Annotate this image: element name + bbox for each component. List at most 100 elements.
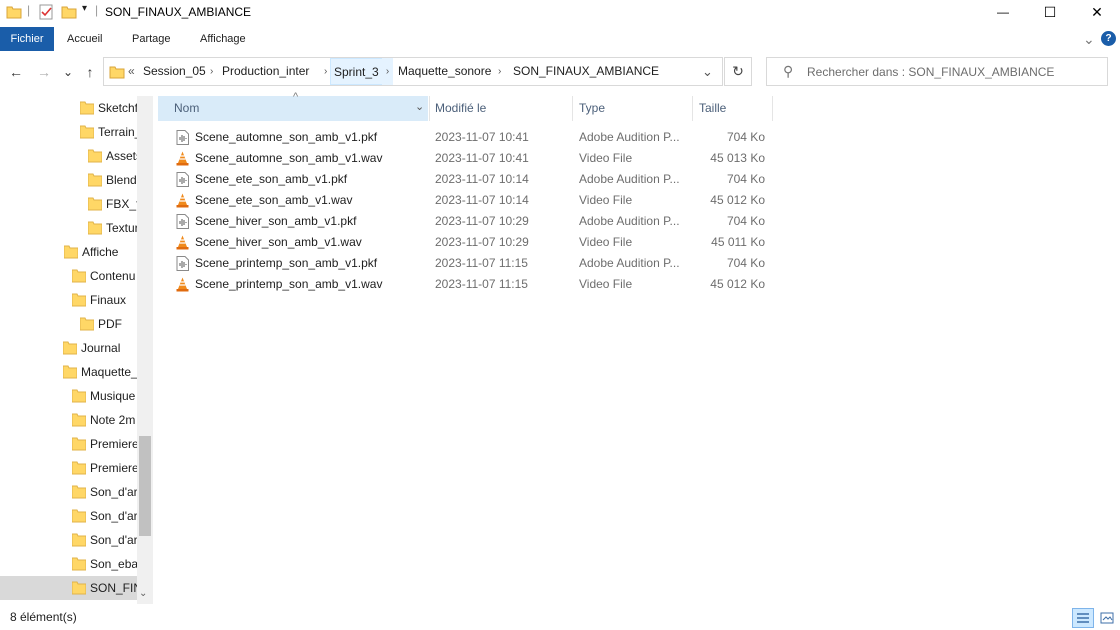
tree-item[interactable]: Son_d'ar — [0, 480, 137, 504]
crumb-current[interactable]: SON_FINAUX_AMBIANCE — [513, 58, 659, 85]
refresh-button[interactable]: ↻ — [724, 57, 752, 86]
tree-item[interactable]: Son_ebau — [0, 552, 137, 576]
tree-item[interactable]: Premiere — [0, 456, 137, 480]
properties-icon[interactable] — [38, 4, 54, 20]
column-filter-icon[interactable]: ⌄ — [415, 100, 424, 113]
file-name: Scene_hiver_son_amb_v1.wav — [195, 235, 362, 249]
file-type: Adobe Audition P... — [579, 172, 680, 186]
tree-item-label: Finaux — [90, 293, 127, 307]
maximize-button[interactable]: ☐ — [1027, 0, 1073, 24]
crumb-separator-icon[interactable]: › — [498, 58, 501, 85]
column-divider[interactable] — [429, 96, 430, 121]
address-bar[interactable]: « Session_05 › Production_inter › Sprint… — [103, 57, 723, 86]
tab-partage[interactable]: Partage — [132, 27, 171, 51]
help-icon[interactable]: ? — [1101, 31, 1116, 46]
forward-button[interactable]: → — [33, 61, 55, 83]
navigation-pane-scrollbar[interactable]: ⌄ — [137, 96, 153, 604]
column-divider[interactable] — [572, 96, 573, 121]
customize-quick-access-icon[interactable]: ▾ — [82, 3, 87, 14]
tree-item[interactable]: Musique — [0, 384, 137, 408]
tree-item[interactable]: Contenu — [0, 264, 137, 288]
tab-fichier[interactable]: Fichier — [0, 27, 54, 51]
crumb-separator-icon[interactable]: › — [324, 58, 327, 85]
large-icons-view-button[interactable] — [1096, 608, 1118, 628]
up-button[interactable]: ↑ — [79, 61, 101, 83]
column-header-date[interactable]: Modifié le — [435, 96, 486, 121]
pkf-file-icon — [176, 214, 189, 229]
tree-item[interactable]: Note 2m — [0, 408, 137, 432]
tree-item[interactable]: Sketchf — [0, 96, 137, 120]
column-header-name[interactable]: Nom ^ ⌄ — [158, 91, 428, 121]
folder-icon — [63, 365, 77, 379]
tree-item-label: Musique — [90, 389, 136, 403]
tree-item[interactable]: Assets — [0, 144, 137, 168]
vlc-cone-icon — [176, 151, 189, 166]
column-name-label: Nom — [174, 101, 200, 115]
file-type: Video File — [579, 151, 633, 165]
recent-locations-button[interactable]: ⌄ — [58, 61, 78, 83]
column-header-size[interactable]: Taille — [699, 96, 726, 121]
tree-item[interactable]: Affiche — [0, 240, 137, 264]
close-button[interactable]: ✕ — [1074, 0, 1120, 24]
address-dropdown-icon[interactable]: ⌄ — [702, 58, 713, 85]
column-divider[interactable] — [692, 96, 693, 121]
scroll-down-icon[interactable]: ⌄ — [139, 588, 147, 599]
file-row[interactable]: Scene_automne_son_amb_v1.wav 2023-11-07 … — [170, 148, 770, 169]
scrollbar-thumb[interactable] — [139, 436, 151, 536]
tab-affichage[interactable]: Affichage — [200, 27, 246, 51]
tree-item[interactable]: Premiere — [0, 432, 137, 456]
tree-item[interactable]: FBX_f — [0, 192, 137, 216]
crumb-sprint[interactable]: Sprint_3 — [330, 58, 383, 85]
navigation-pane[interactable]: Sketchf Terrain_ Assets Blend FBX_f Text… — [0, 96, 153, 604]
file-name: Scene_ete_son_amb_v1.wav — [195, 193, 353, 207]
file-row[interactable]: Scene_printemp_son_amb_v1.pkf 2023-11-07… — [170, 253, 770, 274]
tab-accueil[interactable]: Accueil — [67, 27, 102, 51]
vlc-cone-icon — [176, 235, 189, 250]
folder-icon — [88, 149, 102, 163]
tree-item[interactable]: Finaux — [0, 288, 137, 312]
tree-item[interactable]: Son_d'ar — [0, 528, 137, 552]
file-row[interactable]: Scene_ete_son_amb_v1.pkf 2023-11-07 10:1… — [170, 169, 770, 190]
tree-item[interactable]: Maquette_ — [0, 360, 137, 384]
tree-item-label: Terrain_ — [98, 125, 137, 139]
window-title: SON_FINAUX_AMBIANCE — [105, 5, 252, 19]
tree-item[interactable]: Terrain_ — [0, 120, 137, 144]
tree-item-label: Note 2m — [90, 413, 136, 427]
tree-item-selected[interactable]: SON_FIN — [0, 576, 137, 600]
file-date: 2023-11-07 10:41 — [435, 151, 529, 165]
expand-ribbon-icon[interactable]: ⌄ — [1083, 27, 1095, 51]
folder-icon — [80, 101, 94, 115]
overflow-crumb-icon[interactable]: « — [128, 58, 135, 85]
column-divider[interactable] — [772, 96, 773, 121]
file-size: 704 Ko — [726, 256, 765, 270]
file-row[interactable]: Scene_automne_son_amb_v1.pkf 2023-11-07 … — [170, 127, 770, 148]
minimize-button[interactable]: — — [980, 0, 1026, 24]
crumb-separator-icon[interactable]: › — [210, 58, 213, 85]
file-row[interactable]: Scene_ete_son_amb_v1.wav 2023-11-07 10:1… — [170, 190, 770, 211]
details-view-button[interactable] — [1072, 608, 1094, 628]
tree-item[interactable]: PDF — [0, 312, 137, 336]
search-box[interactable]: ⚲ Rechercher dans : SON_FINAUX_AMBIANCE — [766, 57, 1108, 86]
tree-item[interactable]: Son_d'ar — [0, 504, 137, 528]
crumb-separator-icon[interactable]: › — [382, 58, 393, 85]
vlc-cone-icon — [176, 277, 189, 292]
status-bar: 8 élément(s) — [0, 604, 1120, 630]
crumb-session[interactable]: Session_05 — [143, 58, 206, 85]
tree-item[interactable]: Journal — [0, 336, 137, 360]
crumb-production[interactable]: Production_inter — [222, 58, 309, 85]
folder-icon — [63, 341, 77, 355]
tree-item[interactable]: Textur — [0, 216, 137, 240]
column-header-type[interactable]: Type — [579, 96, 605, 121]
file-row[interactable]: Scene_hiver_son_amb_v1.wav 2023-11-07 10… — [170, 232, 770, 253]
pkf-file-icon — [176, 172, 189, 187]
tree-item-label: Son_ebau — [90, 557, 137, 571]
tree-item[interactable]: Blend — [0, 168, 137, 192]
file-row[interactable]: Scene_hiver_son_amb_v1.pkf 2023-11-07 10… — [170, 211, 770, 232]
back-button[interactable]: ← — [5, 61, 27, 83]
new-folder-icon[interactable] — [61, 4, 77, 20]
folder-icon — [72, 461, 86, 475]
file-size: 704 Ko — [726, 130, 765, 144]
navigation-bar: ← → ⌄ ↑ « Session_05 › Production_inter … — [0, 55, 1120, 89]
crumb-maquette[interactable]: Maquette_sonore — [398, 58, 491, 85]
file-row[interactable]: Scene_printemp_son_amb_v1.wav 2023-11-07… — [170, 274, 770, 295]
